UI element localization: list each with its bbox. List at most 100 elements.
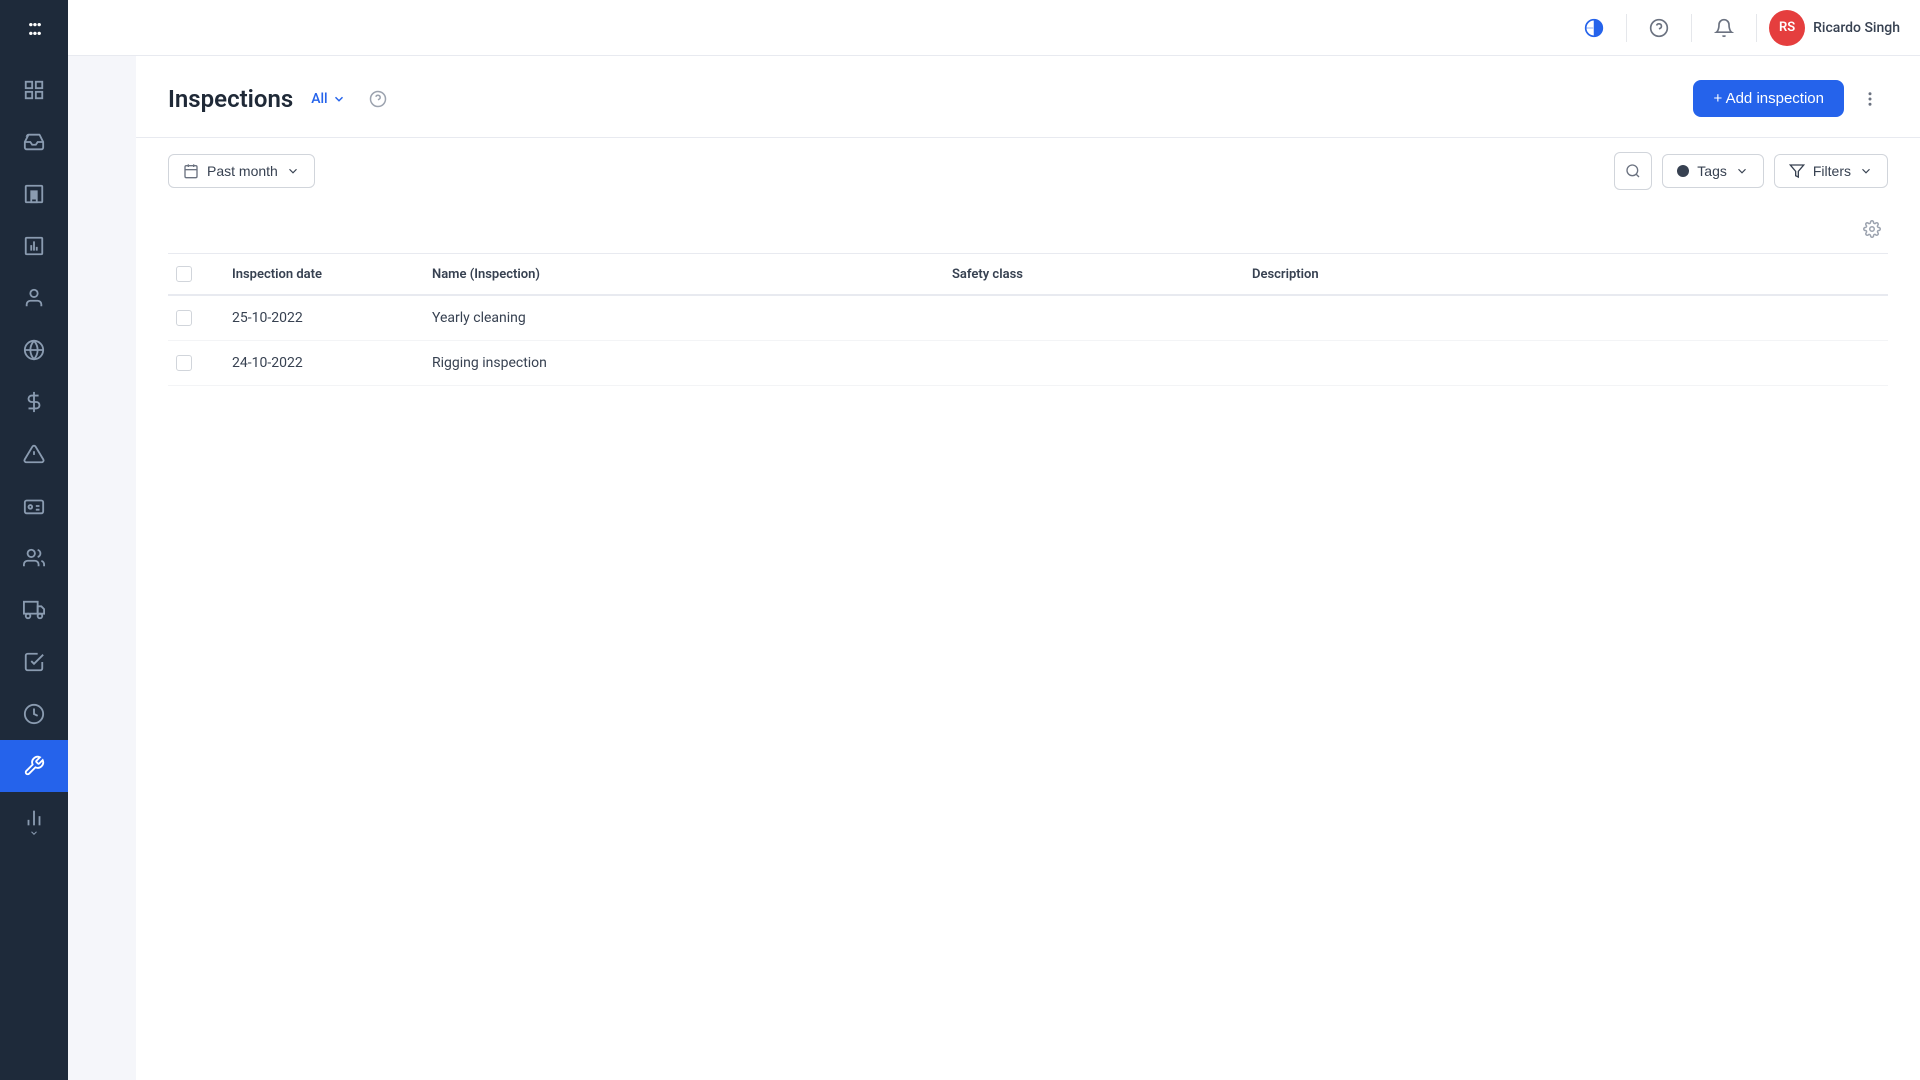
topbar-divider-1 <box>1626 14 1627 42</box>
sidebar-item-wrench[interactable] <box>0 740 68 792</box>
table-settings-row <box>168 204 1888 254</box>
th-checkbox <box>168 254 216 295</box>
topbar: RS Ricardo Singh <box>68 0 1920 56</box>
clock-icon <box>23 703 45 725</box>
tag-dot <box>1677 165 1689 177</box>
row-safety-1 <box>936 341 1236 386</box>
filters-button[interactable]: Filters <box>1774 154 1888 188</box>
theme-icon <box>1584 18 1604 38</box>
logo-icon: ::: <box>28 16 41 41</box>
row-name-0: Yearly cleaning <box>416 295 936 341</box>
truck-icon <box>23 599 45 621</box>
select-all-checkbox[interactable] <box>176 266 192 282</box>
table-header-row: Inspection date Name (Inspection) Safety… <box>168 254 1888 295</box>
topbar-divider-2 <box>1691 14 1692 42</box>
idcard-icon <box>23 495 45 517</box>
filters-chevron-icon <box>1859 164 1873 178</box>
add-inspection-button[interactable]: + Add inspection <box>1693 80 1844 117</box>
ellipsis-vertical-icon <box>1861 90 1879 108</box>
row-desc-0 <box>1236 295 1888 341</box>
page-header: Inspections All + Add inspection <box>136 56 1920 138</box>
toolbar-right: Tags Filters <box>1614 152 1888 190</box>
date-chevron-icon <box>286 164 300 178</box>
sidebar-item-dashboard[interactable] <box>0 64 68 116</box>
sidebar-item-building[interactable] <box>0 168 68 220</box>
sidebar-item-globe[interactable] <box>0 324 68 376</box>
bell-icon <box>1714 18 1734 38</box>
warning-icon <box>23 443 45 465</box>
row-checkbox-1[interactable] <box>176 355 192 371</box>
search-icon <box>1625 163 1641 179</box>
row-checkbox-cell <box>168 295 216 341</box>
notifications-button[interactable] <box>1704 8 1744 48</box>
th-safety: Safety class <box>936 254 1236 295</box>
sidebar-item-inbox[interactable] <box>0 116 68 168</box>
row-date-0: 25-10-2022 <box>216 295 416 341</box>
topbar-divider-3 <box>1756 14 1757 42</box>
sidebar-item-chart[interactable] <box>0 220 68 272</box>
avatar[interactable]: RS <box>1769 10 1805 46</box>
inspections-table: Inspection date Name (Inspection) Safety… <box>168 254 1888 386</box>
main-content: Inspections All + Add inspection Past mo… <box>136 56 1920 1080</box>
row-checkbox-cell <box>168 341 216 386</box>
table-row[interactable]: 25-10-2022 Yearly cleaning <box>168 295 1888 341</box>
th-name: Name (Inspection) <box>416 254 936 295</box>
toolbar: Past month Tags Filters <box>136 138 1920 204</box>
header-actions: + Add inspection <box>1693 80 1888 117</box>
tags-chevron-icon <box>1735 164 1749 178</box>
toolbar-left: Past month <box>168 154 315 188</box>
sidebar-item-warning[interactable] <box>0 428 68 480</box>
globe-icon <box>23 339 45 361</box>
page-title: Inspections <box>168 85 293 113</box>
wrench-icon <box>23 755 45 777</box>
building-icon <box>23 183 45 205</box>
tags-label: Tags <box>1697 163 1727 179</box>
dollar-icon <box>23 391 45 413</box>
checklist-icon <box>23 651 45 673</box>
more-options-button[interactable] <box>1852 81 1888 117</box>
filter-badge[interactable]: All <box>305 89 351 109</box>
sidebar-logo[interactable]: ::: <box>0 0 68 56</box>
row-date-1: 24-10-2022 <box>216 341 416 386</box>
date-filter-button[interactable]: Past month <box>168 154 315 188</box>
sidebar-item-people[interactable] <box>0 532 68 584</box>
username-label[interactable]: Ricardo Singh <box>1813 20 1900 36</box>
table-head: Inspection date Name (Inspection) Safety… <box>168 254 1888 295</box>
chevron-down-icon <box>29 828 39 838</box>
sidebar-item-dollar[interactable] <box>0 376 68 428</box>
filter-badge-label: All <box>311 91 327 107</box>
page-help-button[interactable] <box>364 85 392 113</box>
table-row[interactable]: 24-10-2022 Rigging inspection <box>168 341 1888 386</box>
theme-toggle-button[interactable] <box>1574 8 1614 48</box>
th-description: Description <box>1236 254 1888 295</box>
sidebar-item-idcard[interactable] <box>0 480 68 532</box>
date-filter-label: Past month <box>207 163 278 179</box>
calendar-icon <box>183 163 199 179</box>
tags-button[interactable]: Tags <box>1662 154 1764 188</box>
sidebar-items <box>0 56 68 1080</box>
row-checkbox-0[interactable] <box>176 310 192 326</box>
person-icon <box>23 287 45 309</box>
inbox-icon <box>23 131 45 153</box>
row-desc-1 <box>1236 341 1888 386</box>
sidebar: ::: <box>0 0 68 1080</box>
search-button[interactable] <box>1614 152 1652 190</box>
sidebar-item-truck[interactable] <box>0 584 68 636</box>
filter-icon <box>1789 163 1805 179</box>
help-button[interactable] <box>1639 8 1679 48</box>
help-icon <box>1649 18 1669 38</box>
th-inspection-date: Inspection date <box>216 254 416 295</box>
filters-label: Filters <box>1813 163 1851 179</box>
people-icon <box>23 547 45 569</box>
page-title-area: Inspections All <box>168 85 392 113</box>
sidebar-item-barchart[interactable] <box>0 792 68 844</box>
table-settings-button[interactable] <box>1856 213 1888 245</box>
row-name-1: Rigging inspection <box>416 341 936 386</box>
help-circle-icon <box>369 90 387 108</box>
sidebar-item-clock[interactable] <box>0 688 68 740</box>
sidebar-item-checklist[interactable] <box>0 636 68 688</box>
chart-icon <box>23 235 45 257</box>
sidebar-item-person[interactable] <box>0 272 68 324</box>
grid-icon <box>23 79 45 101</box>
chevron-down-icon <box>332 92 346 106</box>
